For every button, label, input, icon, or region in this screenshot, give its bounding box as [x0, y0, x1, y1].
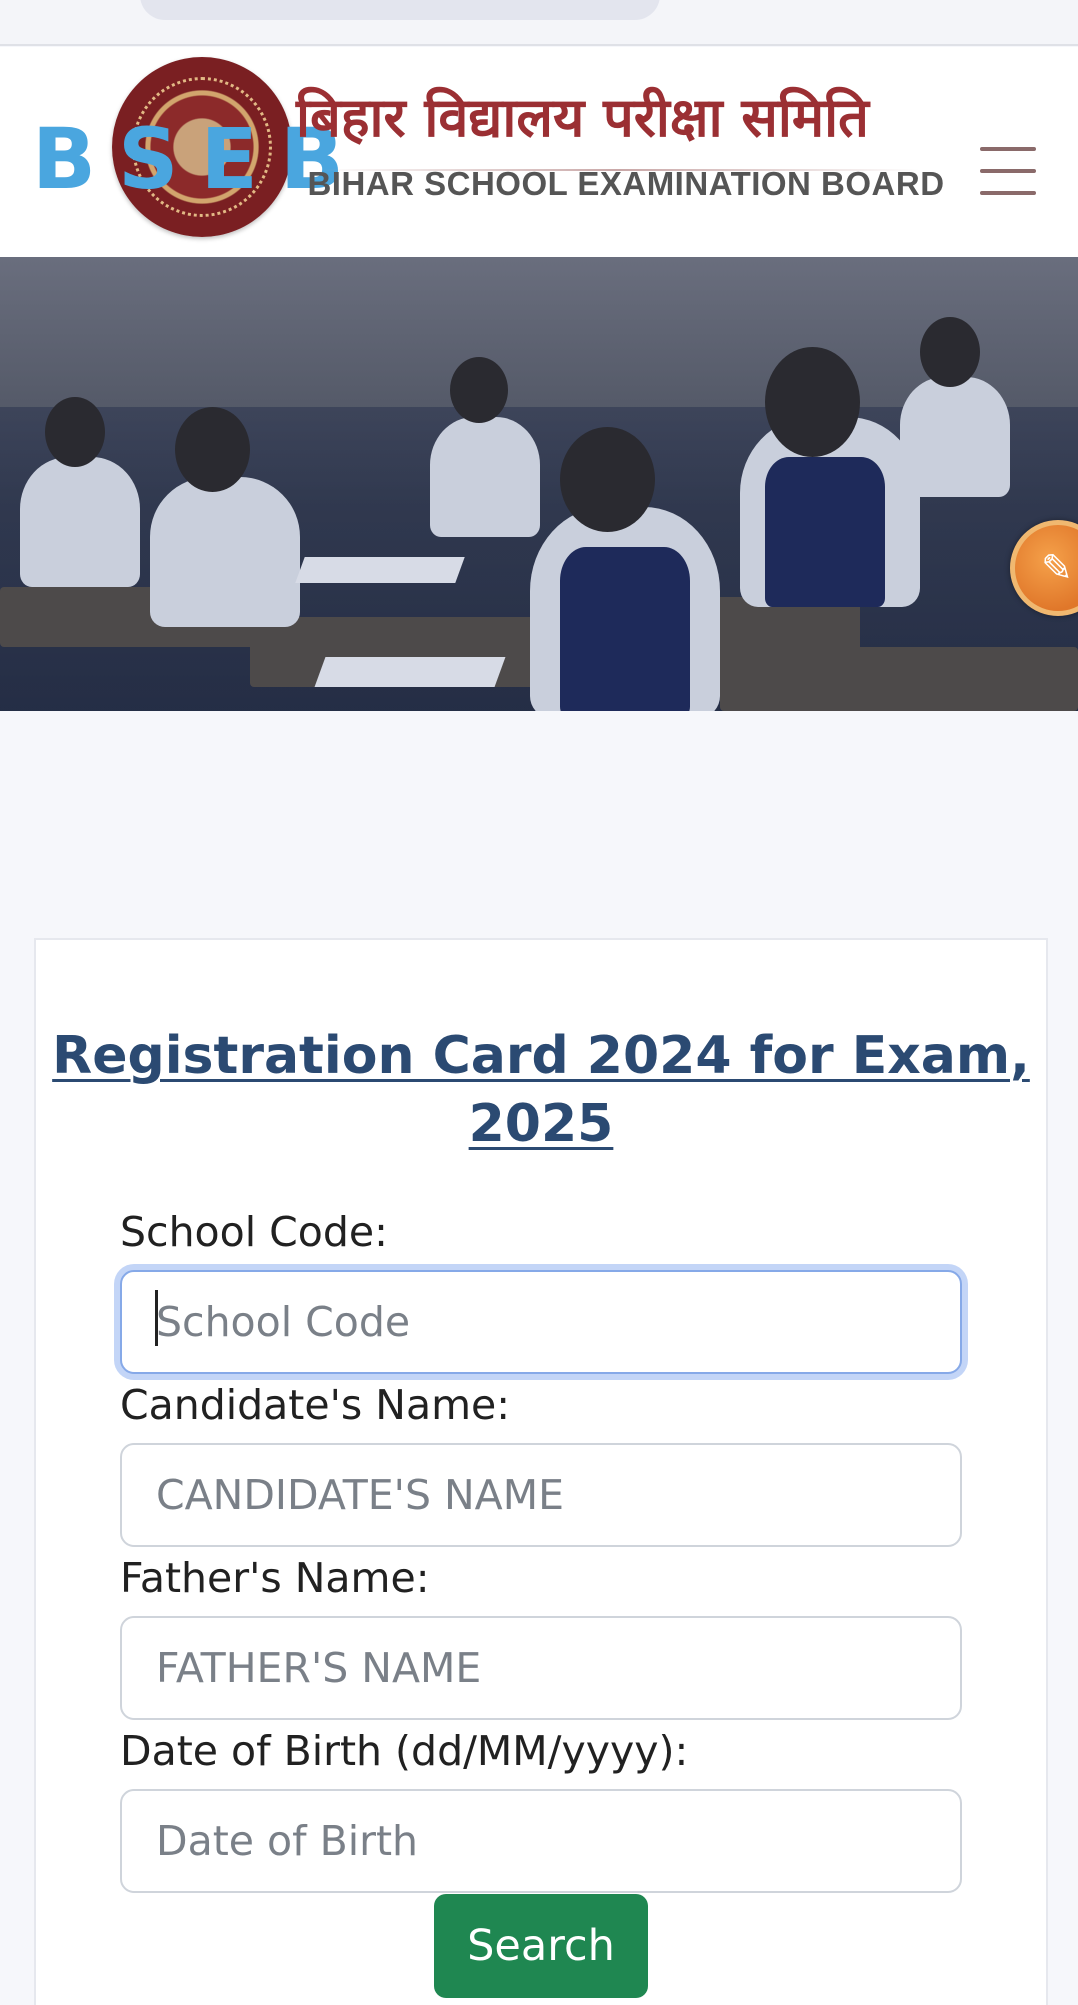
- school-code-input[interactable]: [120, 1270, 962, 1374]
- candidate-name-label: Candidate's Name:: [120, 1381, 511, 1429]
- address-bar[interactable]: [140, 0, 660, 20]
- student-head: [765, 347, 860, 457]
- student: [900, 377, 1010, 497]
- student-head: [175, 407, 250, 492]
- school-code-label: School Code:: [120, 1208, 388, 1256]
- search-button[interactable]: Search: [434, 1894, 648, 1998]
- pencil-icon: ✎: [1041, 546, 1073, 590]
- answer-sheet: [314, 657, 506, 687]
- menu-line: [980, 191, 1036, 195]
- student-head: [450, 357, 508, 423]
- form-title: Registration Card 2024 for Exam, 2025: [52, 1026, 1030, 1154]
- site-header: BSEB बिहार विद्यालय परीक्षा समिति BIHAR …: [0, 47, 1078, 257]
- student-head: [45, 397, 105, 467]
- board-name-english: BIHAR SCHOOL EXAMINATION BOARD: [307, 165, 945, 202]
- candidate-name-input[interactable]: [120, 1443, 962, 1547]
- hero-wall: [0, 257, 1078, 407]
- student: [150, 477, 300, 627]
- hamburger-menu-icon[interactable]: [976, 143, 1040, 199]
- hero-classroom-image: [0, 257, 1078, 711]
- student-head: [560, 427, 655, 532]
- text-caret: [155, 1290, 158, 1346]
- father-name-input[interactable]: [120, 1616, 962, 1720]
- student-vest: [765, 457, 885, 607]
- student: [20, 457, 140, 587]
- answer-sheet: [295, 557, 465, 583]
- student-vest: [560, 547, 690, 711]
- browser-top-strip: [0, 0, 1078, 46]
- desk: [720, 647, 1078, 711]
- father-name-label: Father's Name:: [120, 1554, 430, 1602]
- menu-line: [980, 169, 1036, 173]
- dob-input[interactable]: [120, 1789, 962, 1893]
- menu-line: [980, 147, 1036, 151]
- student: [430, 417, 540, 537]
- dob-label: Date of Birth (dd/MM/yyyy):: [120, 1727, 689, 1775]
- student-head: [920, 317, 980, 387]
- board-name-hindi: बिहार विद्यालय परीक्षा समिति: [296, 85, 869, 149]
